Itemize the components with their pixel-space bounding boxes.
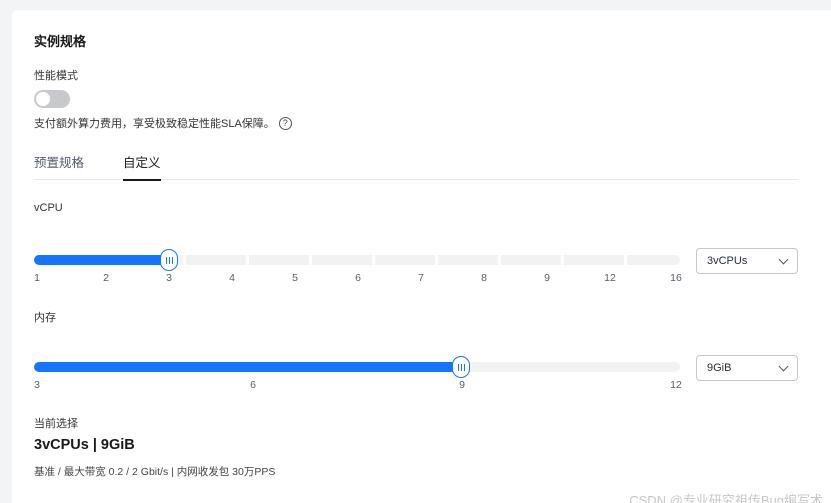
memory-tick-label: 9 [459, 379, 465, 391]
vcpu-select[interactable]: 3vCPUs [696, 248, 798, 274]
current-selection-label: 当前选择 [34, 418, 78, 430]
memory-slider-handle[interactable] [452, 356, 470, 378]
memory-select-value: 9GiB [707, 362, 732, 374]
tab-preset-spec[interactable]: 预置规格 [34, 152, 84, 180]
track-segment-divider [309, 255, 312, 265]
instance-spec-card: 实例规格 性能模式 支付额外算力费用，享受极致稳定性能SLA保障。 ? 预置规格… [12, 10, 831, 503]
vcpu-slider-handle[interactable] [160, 249, 178, 271]
vcpu-slider-track[interactable] [34, 249, 680, 271]
vcpu-tick-label: 16 [670, 272, 682, 284]
performance-mode-toggle[interactable] [34, 90, 70, 108]
vcpu-tick-label: 9 [544, 272, 550, 284]
track-segment-divider [246, 255, 249, 265]
memory-tick-label: 6 [250, 379, 256, 391]
vcpu-tick-label: 7 [418, 272, 424, 284]
vcpu-tick-label: 3 [166, 272, 172, 284]
vcpu-select-value: 3vCPUs [707, 255, 748, 267]
toggle-knob [36, 92, 50, 106]
vcpu-tick-label: 8 [481, 272, 487, 284]
vcpu-tick-label: 12 [604, 272, 616, 284]
vcpu-label: vCPU [34, 202, 63, 214]
vcpu-tick-label: 6 [355, 272, 361, 284]
performance-mode-label: 性能模式 [34, 70, 78, 82]
vcpu-slider-fill [34, 255, 170, 265]
performance-mode-description-text: 支付额外算力费用，享受极致稳定性能SLA保障。 [34, 118, 275, 130]
vcpu-tick-label: 5 [292, 272, 298, 284]
memory-slider-fill [34, 362, 462, 372]
vcpu-tick-label: 4 [229, 272, 235, 284]
spec-tabs: 预置规格 自定义 [34, 152, 798, 181]
watermark: CSDN @专业研究祖传Bug编写术 [629, 493, 823, 503]
track-segment-divider [372, 255, 375, 265]
tab-custom[interactable]: 自定义 [123, 152, 161, 181]
memory-select[interactable]: 9GiB [696, 355, 798, 381]
chevron-down-icon [778, 254, 789, 264]
track-segment-divider [624, 255, 627, 265]
question-circle-icon[interactable]: ? [278, 116, 292, 130]
track-segment-divider [435, 255, 438, 265]
memory-tick-label: 12 [670, 379, 682, 391]
current-selection-value: 3vCPUs | 9GiB [34, 437, 135, 453]
chevron-down-icon [778, 361, 789, 371]
current-selection-detail: 基准 / 最大带宽 0.2 / 2 Gbit/s | 内网收发包 30万PPS [34, 466, 276, 478]
track-segment-divider [183, 255, 186, 265]
vcpu-tick-label: 2 [103, 272, 109, 284]
performance-mode-description: 支付额外算力费用，享受极致稳定性能SLA保障。 ? [34, 115, 292, 131]
memory-label: 内存 [34, 312, 56, 324]
track-segment-divider [498, 255, 501, 265]
section-title: 实例规格 [34, 34, 87, 49]
track-segment-divider [561, 255, 564, 265]
vcpu-tick-label: 1 [34, 272, 40, 284]
memory-slider-track[interactable] [34, 356, 680, 378]
memory-tick-label: 3 [34, 379, 40, 391]
